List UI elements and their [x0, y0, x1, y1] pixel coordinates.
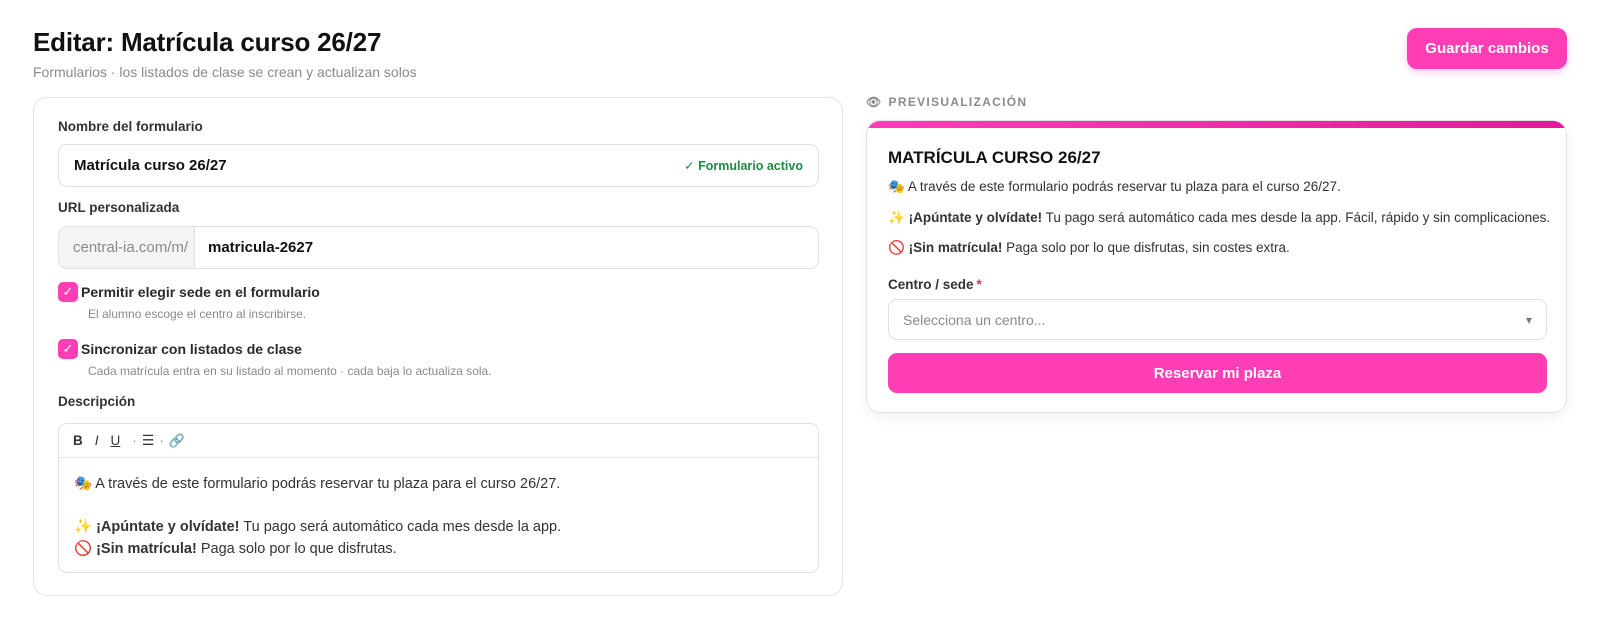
- preview-line: 🚫 ¡Sin matrícula! Paga solo por lo que d…: [888, 240, 1290, 256]
- allow-branch-checkbox[interactable]: ✓: [58, 282, 78, 302]
- description-editor[interactable]: B I U · ☰ · 🔗 🎭 A través de este formula…: [58, 423, 819, 573]
- form-name-value[interactable]: Matrícula curso 26/27: [74, 157, 227, 174]
- preview-section-label: 👁 PREVISUALIZACIÓN: [866, 95, 1027, 109]
- prohibited-icon: 🚫: [888, 240, 905, 255]
- description-bold-text: ¡Apúntate y olvídate!: [96, 519, 240, 535]
- description-line: 🚫 ¡Sin matrícula! Paga solo por lo que d…: [74, 539, 818, 561]
- url-field[interactable]: central-ia.com/m/ matricula-2627: [58, 226, 819, 269]
- description-text: Paga solo por lo que disfrutas.: [200, 540, 397, 557]
- allow-branch-label[interactable]: Permitir elegir sede en el formulario: [81, 284, 320, 300]
- branch-field-label: Centro / sede *: [888, 277, 982, 292]
- page-subtitle: Formularios · los listados de clase se c…: [33, 64, 417, 80]
- status-badge: ✓ Formulario activo: [684, 159, 803, 173]
- description-text: Tu pago será automático cada mes desde l…: [243, 519, 562, 535]
- list-icon[interactable]: ☰: [142, 432, 155, 449]
- branch-select[interactable]: Selecciona un centro... ▾: [888, 299, 1547, 340]
- preview-line: ✨ ¡Apúntate y olvídate! Tu pago será aut…: [888, 210, 1550, 226]
- rich-text-toolbar: B I U · ☰ · 🔗: [59, 424, 818, 458]
- sync-lists-checkbox[interactable]: ✓: [58, 339, 78, 359]
- preview-text: Tu pago será automático cada mes desde l…: [1045, 210, 1551, 225]
- preview-line: 🎭 A través de este formulario podrás res…: [888, 179, 1341, 194]
- url-label: URL personalizada: [58, 200, 180, 215]
- bold-button[interactable]: B: [73, 433, 83, 448]
- chevron-down-icon[interactable]: ▾: [1526, 313, 1532, 327]
- page-header: Editar: Matrícula curso 26/27 Formulario…: [33, 27, 417, 80]
- description-bold-text: ¡Sin matrícula!: [96, 540, 197, 557]
- preview-bold-text: ¡Apúntate y olvídate!: [908, 210, 1043, 225]
- allow-branch-option[interactable]: ✓ Permitir elegir sede en el formulario: [58, 282, 320, 302]
- form-preview-card: MATRÍCULA CURSO 26/27 🎭 A través de este…: [866, 120, 1567, 413]
- preview-text: Paga solo por lo que disfrutas, sin cost…: [1006, 240, 1290, 255]
- sparkles-icon: ✨: [74, 519, 93, 535]
- branch-select-placeholder: Selecciona un centro...: [903, 311, 1046, 328]
- url-slug-input[interactable]: matricula-2627: [195, 227, 313, 268]
- allow-branch-help: El alumno escoge el centro al inscribirs…: [88, 307, 307, 321]
- form-name-input[interactable]: Matrícula curso 26/27 ✓ Formulario activ…: [58, 144, 819, 187]
- preview-bold-text: ¡Sin matrícula!: [908, 240, 1003, 255]
- page-title: Editar: Matrícula curso 26/27: [33, 27, 382, 57]
- form-editor-card: Nombre del formulario Matrícula curso 26…: [33, 97, 843, 596]
- preview-label-text: PREVISUALIZACIÓN: [888, 95, 1028, 109]
- underline-button[interactable]: U: [111, 433, 121, 448]
- description-label: Descripción: [58, 394, 136, 409]
- sync-lists-label[interactable]: Sincronizar con listados de clase: [81, 341, 302, 357]
- eye-icon: 👁: [866, 95, 883, 109]
- description-text-area[interactable]: 🎭 A través de este formulario podrás res…: [59, 458, 818, 560]
- link-icon[interactable]: 🔗: [169, 433, 185, 449]
- form-name-label: Nombre del formulario: [58, 119, 203, 134]
- accent-bar: [867, 121, 1566, 128]
- description-line: 🎭 A través de este formulario podrás res…: [74, 476, 561, 492]
- toolbar-separator: ·: [159, 433, 164, 448]
- description-line: ✨ ¡Apúntate y olvídate! Tu pago será aut…: [74, 517, 818, 539]
- branch-field-label-text: Centro / sede: [888, 277, 974, 292]
- prohibited-icon: 🚫: [74, 540, 93, 557]
- reserve-button[interactable]: Reservar mi plaza: [888, 353, 1547, 393]
- save-button[interactable]: Guardar cambios: [1407, 28, 1567, 69]
- sync-lists-help: Cada matrícula entra en su listado al mo…: [88, 364, 492, 378]
- sparkles-icon: ✨: [888, 210, 905, 225]
- italic-button[interactable]: I: [95, 433, 99, 448]
- url-prefix: central-ia.com/m/: [59, 227, 195, 268]
- sync-lists-option[interactable]: ✓ Sincronizar con listados de clase: [58, 339, 302, 359]
- required-mark: *: [976, 277, 982, 292]
- preview-title: MATRÍCULA CURSO 26/27: [888, 148, 1101, 167]
- toolbar-separator: ·: [132, 433, 137, 448]
